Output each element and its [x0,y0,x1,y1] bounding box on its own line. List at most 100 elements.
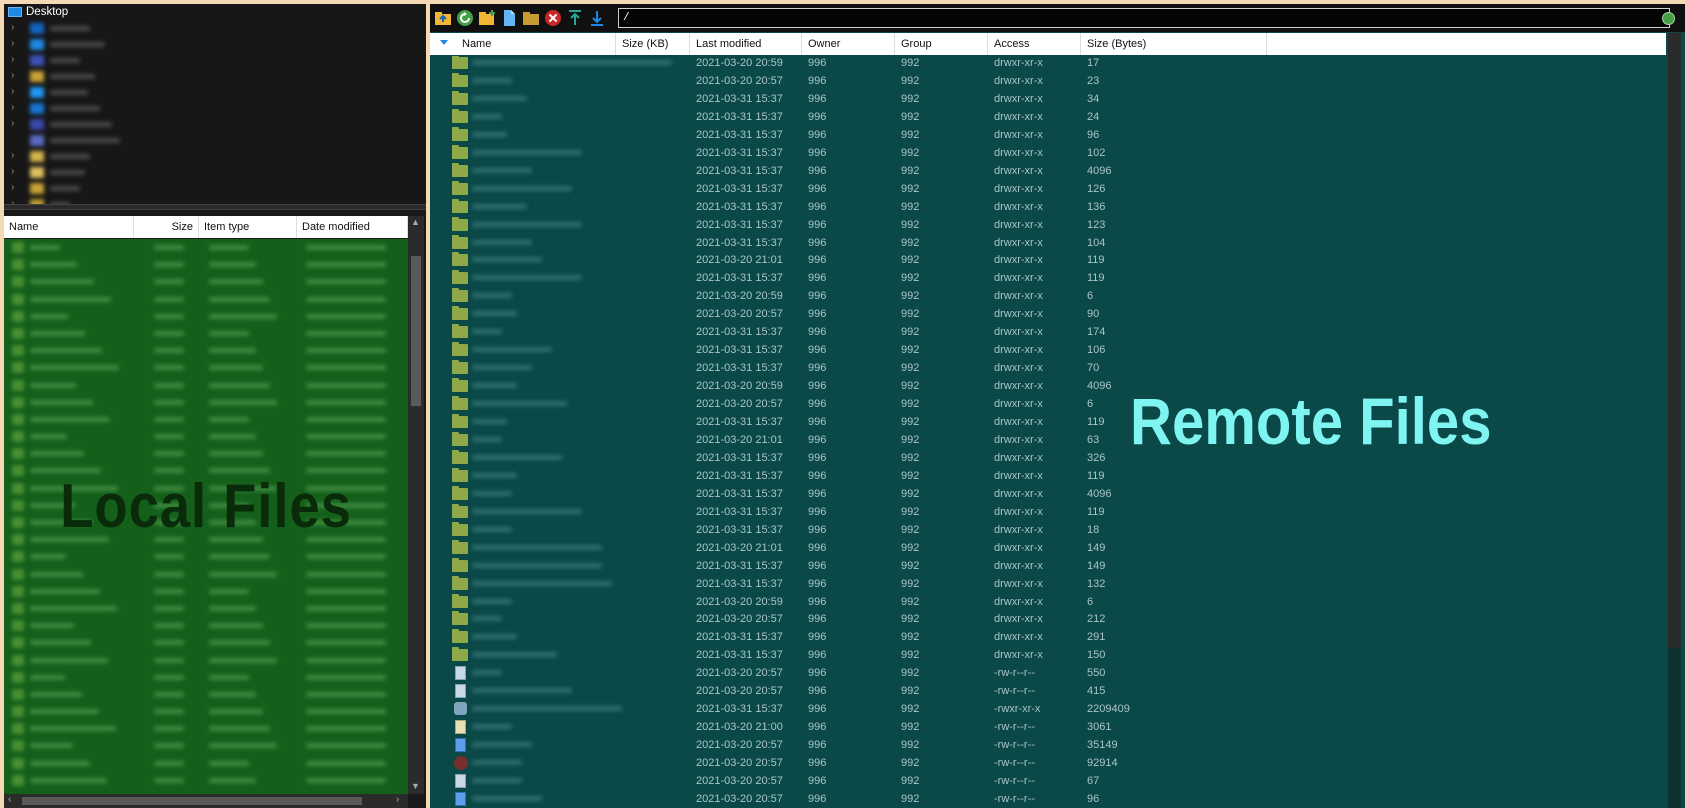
refresh-icon[interactable] [456,9,474,27]
local-file-row[interactable] [4,239,408,256]
remote-file-row[interactable]: 2021-03-20 20:59 996 992 drwxr-xr-x 6 [430,287,1666,305]
local-file-row[interactable] [4,720,408,737]
local-file-row[interactable] [4,411,408,428]
tree-item[interactable] [4,132,426,148]
remote-file-row[interactable]: 2021-03-31 15:37 996 992 drwxr-xr-x 174 [430,323,1666,341]
chevron-right-icon[interactable]: › [11,182,14,193]
local-col-type[interactable]: Item type [199,216,297,238]
local-col-modified[interactable]: Date modified [297,216,408,238]
remote-file-row[interactable]: 2021-03-20 20:57 996 992 -rw-r--r-- 35149 [430,736,1666,754]
local-file-row[interactable] [4,600,408,617]
remote-vscroll-track[interactable] [1668,648,1681,808]
scroll-up-icon[interactable]: ▲ [411,217,420,227]
local-hscroll-thumb[interactable] [22,797,362,805]
tree-item[interactable]: › [4,148,426,164]
tree-item[interactable]: › [4,164,426,180]
remote-col-size-bytes[interactable]: Size (Bytes) [1081,33,1267,55]
remote-col-last-modified[interactable]: Last modified [690,33,802,55]
tree-item[interactable]: › [4,180,426,196]
local-horizontal-scrollbar[interactable]: ‹ › [4,794,408,808]
go-icon[interactable] [1662,12,1675,25]
local-file-row[interactable] [4,342,408,359]
remote-file-row[interactable]: 2021-03-20 21:00 996 992 -rw-r--r-- 3061 [430,718,1666,736]
tree-item[interactable]: › [4,84,426,100]
tree-item[interactable]: › [4,116,426,132]
remote-file-row[interactable]: 2021-03-20 20:57 996 992 -rw-r--r-- 67 [430,772,1666,790]
local-file-row[interactable] [4,755,408,772]
local-file-row[interactable] [4,445,408,462]
pane-splitter[interactable] [4,204,426,210]
remote-file-row[interactable]: 2021-03-31 15:37 996 992 drwxr-xr-x 291 [430,628,1666,646]
chevron-right-icon[interactable]: › [11,22,14,33]
remote-file-row[interactable]: 2021-03-20 20:57 996 992 drwxr-xr-x 23 [430,72,1666,90]
local-file-row[interactable] [4,617,408,634]
remote-file-row[interactable]: 2021-03-31 15:37 996 992 drwxr-xr-x 119 [430,269,1666,287]
local-vscroll-thumb[interactable] [411,256,421,406]
tree-item[interactable]: › [4,196,426,204]
upload-icon[interactable] [566,9,584,27]
local-file-row[interactable] [4,428,408,445]
remote-file-row[interactable]: 2021-03-31 15:37 996 992 drwxr-xr-x 104 [430,234,1666,252]
local-file-row[interactable] [4,772,408,789]
remote-file-row[interactable]: 2021-03-31 15:37 996 992 drwxr-xr-x 96 [430,126,1666,144]
chevron-right-icon[interactable]: › [11,86,14,97]
local-file-row[interactable] [4,273,408,290]
new-folder-icon[interactable] [478,9,496,27]
tree-item[interactable]: › [4,100,426,116]
local-file-row[interactable] [4,737,408,754]
remote-file-row[interactable]: 2021-03-31 15:37 996 992 drwxr-xr-x 102 [430,144,1666,162]
chevron-right-icon[interactable]: › [11,150,14,161]
remote-vertical-scrollbar[interactable] [1666,33,1683,808]
remote-file-row[interactable]: 2021-03-31 15:37 996 992 drwxr-xr-x 24 [430,108,1666,126]
remote-file-row[interactable]: 2021-03-20 20:57 996 992 drwxr-xr-x 90 [430,305,1666,323]
remote-file-row[interactable]: 2021-03-20 21:01 996 992 drwxr-xr-x 149 [430,539,1666,557]
remote-col-name[interactable]: Name [456,33,616,55]
chevron-right-icon[interactable]: › [11,70,14,81]
remote-file-row[interactable]: 2021-03-31 15:37 996 992 drwxr-xr-x 34 [430,90,1666,108]
remote-file-row[interactable]: 2021-03-20 20:57 996 992 -rw-r--r-- 96 [430,790,1666,808]
local-file-row[interactable] [4,703,408,720]
remote-file-row[interactable]: 2021-03-31 15:37 996 992 drwxr-xr-x 126 [430,180,1666,198]
parent-folder-icon[interactable] [434,9,452,27]
remote-file-row[interactable]: 2021-03-31 15:37 996 992 drwxr-xr-x 150 [430,646,1666,664]
remote-file-row[interactable]: 2021-03-31 15:37 996 992 drwxr-xr-x 106 [430,341,1666,359]
local-file-row[interactable] [4,634,408,651]
tree-item[interactable]: › [4,20,426,36]
local-file-rows[interactable]: Local Files [4,239,408,794]
chevron-right-icon[interactable]: › [11,118,14,129]
local-file-row[interactable] [4,686,408,703]
local-col-size[interactable]: Size [134,216,199,238]
folder-tree[interactable]: Desktop › › › › › › › › › › › [4,4,426,204]
remote-file-row[interactable]: 2021-03-20 21:01 996 992 drwxr-xr-x 119 [430,251,1666,269]
tree-item[interactable]: › [4,68,426,84]
tree-item[interactable]: › [4,52,426,68]
remote-file-row[interactable]: 2021-03-31 15:37 996 992 drwxr-xr-x 119 [430,467,1666,485]
remote-vscroll-thumb[interactable] [1668,33,1681,648]
local-file-row[interactable] [4,359,408,376]
remote-file-row[interactable]: 2021-03-31 15:37 996 992 drwxr-xr-x 4096 [430,162,1666,180]
local-file-row[interactable] [4,308,408,325]
remote-file-row[interactable]: 2021-03-20 20:57 996 992 -rw-r--r-- 92914 [430,754,1666,772]
tree-root-desktop[interactable]: Desktop [4,4,426,20]
local-file-row[interactable] [4,394,408,411]
new-file-icon[interactable] [500,9,518,27]
delete-icon[interactable] [544,9,562,27]
remote-path-input[interactable]: / [618,8,1670,28]
scroll-down-icon[interactable]: ▼ [411,781,420,791]
chevron-right-icon[interactable]: › [11,54,14,65]
local-file-row[interactable] [4,377,408,394]
local-file-row[interactable] [4,256,408,273]
local-file-row[interactable] [4,325,408,342]
chevron-right-icon[interactable]: › [11,166,14,177]
remote-file-row[interactable]: 2021-03-31 15:37 996 992 drwxr-xr-x 123 [430,216,1666,234]
local-file-row[interactable] [4,669,408,686]
remote-file-row[interactable]: 2021-03-20 20:57 996 992 -rw-r--r-- 550 [430,664,1666,682]
local-file-row[interactable] [4,652,408,669]
open-folder-icon[interactable] [522,9,540,27]
remote-file-row[interactable]: 2021-03-20 20:59 996 992 drwxr-xr-x 6 [430,593,1666,611]
remote-file-row[interactable]: 2021-03-31 15:37 996 992 drwxr-xr-x 4096 [430,485,1666,503]
tree-item[interactable]: › [4,36,426,52]
remote-col-access[interactable]: Access [988,33,1081,55]
remote-file-row[interactable]: 2021-03-31 15:37 996 992 -rwxr-xr-x 2209409 [430,700,1666,718]
download-icon[interactable] [588,9,606,27]
